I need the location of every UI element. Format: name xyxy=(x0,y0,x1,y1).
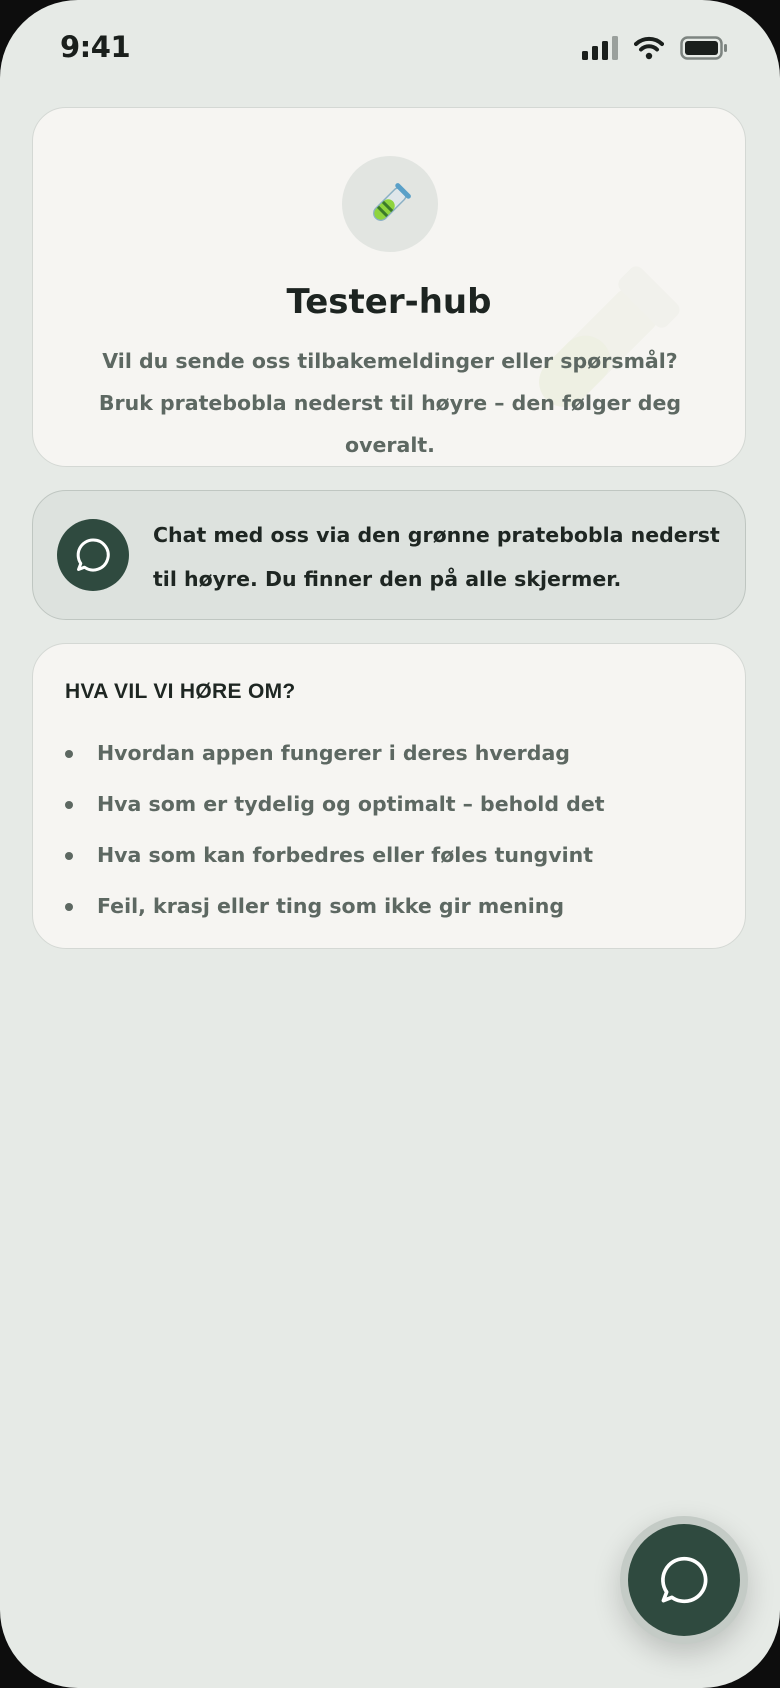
bullet-icon xyxy=(65,903,73,911)
list-item-text: Feil, krasj eller ting som ikke gir meni… xyxy=(97,894,565,918)
status-bar: 9:41 xyxy=(0,0,780,100)
list-item-text: Hva som kan forbedres eller føles tungvi… xyxy=(97,843,594,867)
test-tube-icon xyxy=(373,183,411,221)
test-tube-icon-badge xyxy=(342,156,438,252)
list-item: Hva som kan forbedres eller føles tungvi… xyxy=(65,830,605,881)
chat-bubble-icon xyxy=(661,1556,708,1604)
chat-info-banner: Chat med oss via den grønne pratebobla n… xyxy=(32,490,746,620)
bullet-icon xyxy=(65,852,73,860)
tester-hub-card: Tester-hub Vil du sende oss tilbakemeldi… xyxy=(32,107,746,467)
status-time: 9:41 xyxy=(60,30,131,64)
status-icons xyxy=(582,36,728,60)
cellular-signal-icon xyxy=(582,36,618,60)
section-heading: HVA VIL VI HØRE OM? xyxy=(65,680,296,703)
list-item: Hva som er tydelig og optimalt – behold … xyxy=(65,779,605,830)
chat-fab-button[interactable] xyxy=(628,1524,740,1636)
page-description: Vil du sende oss tilbakemeldinger eller … xyxy=(98,349,682,457)
battery-icon xyxy=(680,36,727,60)
bullet-icon xyxy=(65,750,73,758)
list-item-text: Hvordan appen fungerer i deres hverdag xyxy=(97,741,570,765)
list-item: Feil, krasj eller ting som ikke gir meni… xyxy=(65,881,605,932)
feedback-topics-card: HVA VIL VI HØRE OM? Hvordan appen funger… xyxy=(32,643,746,949)
page-title: Tester-hub xyxy=(286,282,492,322)
list-item: Hvordan appen fungerer i deres hverdag xyxy=(65,728,605,779)
wifi-icon xyxy=(634,36,664,60)
chat-info-text: Chat med oss via den grønne pratebobla n… xyxy=(153,523,720,591)
feedback-topics-list: Hvordan appen fungerer i deres hverdag H… xyxy=(65,728,605,932)
bullet-icon xyxy=(65,801,73,809)
chat-badge xyxy=(57,519,129,591)
chat-bubble-icon xyxy=(76,538,110,572)
app-screen: 9:41 Tester-hub Vil du sende oss tilbake… xyxy=(0,0,780,1688)
list-item-text: Hva som er tydelig og optimalt – behold … xyxy=(97,792,605,816)
